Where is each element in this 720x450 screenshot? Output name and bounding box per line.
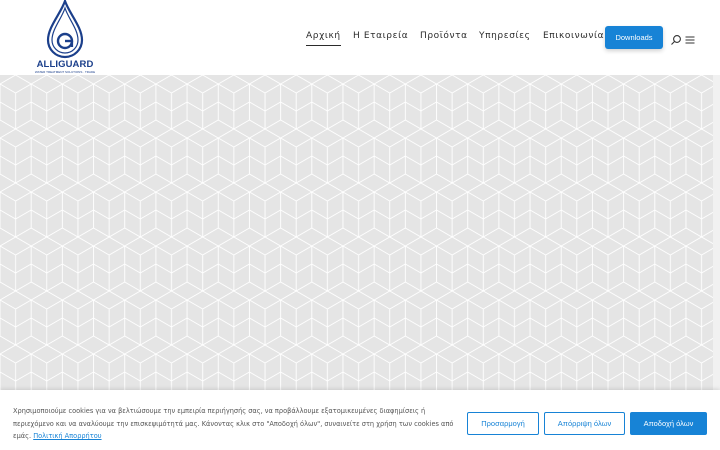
customize-cookies-button[interactable]: Προσαρμογή bbox=[467, 412, 539, 435]
downloads-button[interactable]: Downloads bbox=[605, 26, 663, 49]
nav-item-services[interactable]: Υπηρεσίες bbox=[479, 31, 531, 45]
nav-item-contact[interactable]: Επικοινωνία bbox=[543, 31, 604, 45]
hamburger-menu-icon[interactable] bbox=[685, 31, 697, 44]
reject-all-cookies-button[interactable]: Απόρριψη όλων bbox=[544, 412, 625, 435]
nav-item-company[interactable]: Η Εταιρεία bbox=[353, 31, 408, 45]
logo-tagline: WATER TREATMENT SOLUTIONS · TRADE bbox=[34, 70, 96, 74]
cookie-consent-banner: Χρησιμοποιούμε cookies για να βελτιώσουμ… bbox=[0, 390, 720, 450]
cookie-message: Χρησιμοποιούμε cookies για να βελτιώσουμ… bbox=[13, 405, 461, 443]
accept-all-cookies-button[interactable]: Αποδοχή όλων bbox=[630, 412, 707, 435]
nav-item-home[interactable]: Αρχική bbox=[306, 31, 341, 46]
privacy-policy-link[interactable]: Πολιτική Απορρήτου bbox=[33, 432, 101, 440]
nav-item-products[interactable]: Προϊόντα bbox=[420, 31, 468, 45]
cube-pattern-background bbox=[0, 75, 713, 390]
logo-wordmark: ALLIGUARD bbox=[36, 59, 94, 70]
search-icon[interactable] bbox=[670, 31, 682, 45]
alliguard-logo[interactable]: ALLIGUARD WATER TREATMENT SOLUTIONS · TR… bbox=[30, 0, 100, 75]
hero-banner bbox=[0, 75, 713, 390]
site-header: ALLIGUARD WATER TREATMENT SOLUTIONS · TR… bbox=[0, 0, 720, 75]
water-drop-logo-icon bbox=[46, 0, 84, 59]
